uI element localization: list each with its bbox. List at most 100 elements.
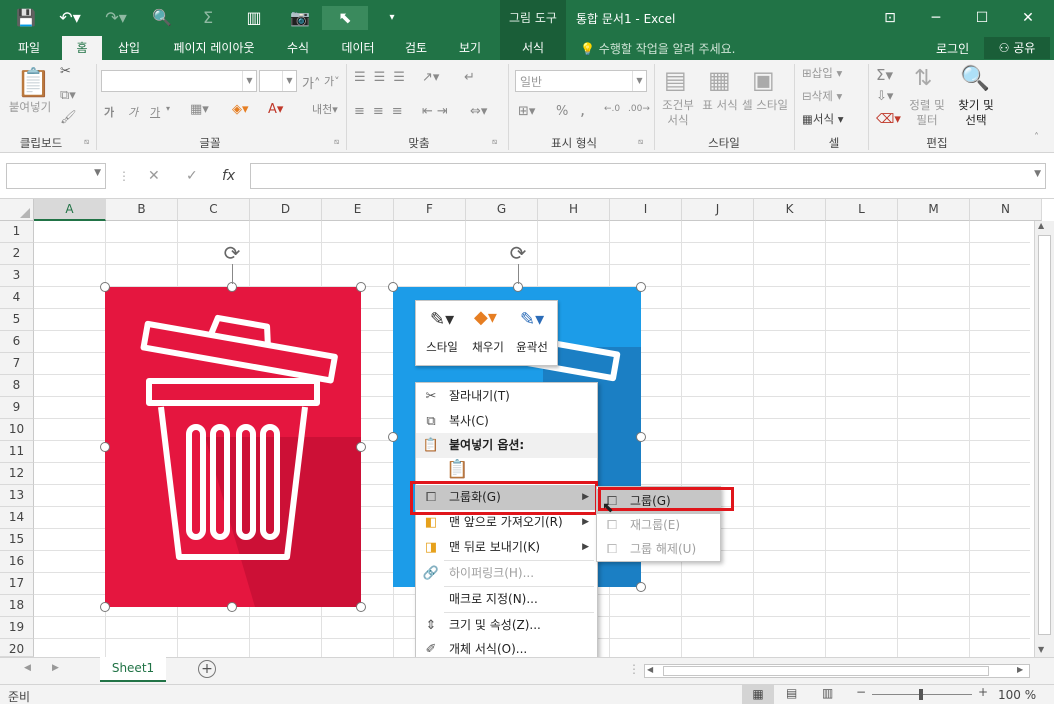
copy-icon[interactable]: ⧉▾ (60, 88, 76, 103)
column-header[interactable]: L (826, 199, 898, 221)
conditional-format-button[interactable]: 조건부 서식 (656, 98, 700, 128)
fill-color-icon[interactable]: ◈▾ (232, 102, 249, 117)
resize-handle[interactable] (227, 602, 237, 612)
column-header[interactable]: D (250, 199, 322, 221)
column-header[interactable]: K (754, 199, 826, 221)
column-header[interactable]: B (106, 199, 178, 221)
column-header[interactable]: M (898, 199, 970, 221)
cell-style-icon[interactable]: ▣ (752, 66, 775, 94)
page-break-view-icon[interactable]: ▥ (822, 686, 833, 700)
font-launcher-icon[interactable]: ⧅ (334, 137, 339, 147)
paste-button[interactable]: 붙여넣기 (4, 100, 56, 115)
alignment-launcher-icon[interactable]: ⧅ (492, 137, 497, 147)
menu-item-copy[interactable]: ⧉ 복사(C) (416, 409, 597, 434)
tab-home[interactable]: 홈 (62, 36, 102, 60)
row-header[interactable]: 16 (0, 551, 34, 573)
resize-handle[interactable] (100, 602, 110, 612)
number-launcher-icon[interactable]: ⧅ (638, 137, 643, 147)
scroll-up-icon[interactable]: ▲ (1038, 221, 1044, 230)
row-header[interactable]: 1 (0, 221, 34, 243)
camera-icon[interactable]: 📷 (288, 6, 312, 30)
red-trash-image[interactable] (105, 287, 361, 607)
conditional-format-icon[interactable]: ▤ (664, 66, 687, 94)
rotate-handle-icon[interactable]: ⟳ (220, 241, 244, 265)
decrease-decimal-icon[interactable]: .00→ (628, 104, 650, 114)
ribbon-display-icon[interactable]: ⊡ (875, 6, 905, 30)
column-icon[interactable]: ▥ (242, 6, 266, 30)
resize-handle[interactable] (636, 282, 646, 292)
resize-handle[interactable] (388, 282, 398, 292)
zoom-out-icon[interactable]: − (856, 685, 866, 699)
login-link[interactable]: 로그인 (936, 40, 969, 57)
resize-handle[interactable] (356, 282, 366, 292)
zoom-slider-thumb[interactable] (919, 689, 923, 700)
cell-style-button[interactable]: 셀 스타일 (742, 98, 788, 113)
format-painter-icon[interactable]: 🖌 (60, 110, 77, 125)
select-all-corner[interactable] (0, 199, 34, 221)
row-header[interactable]: 3 (0, 265, 34, 287)
column-header[interactable]: F (394, 199, 466, 221)
sort-filter-button[interactable]: 정렬 및 필터 (904, 98, 950, 128)
row-header[interactable]: 6 (0, 331, 34, 353)
table-format-icon[interactable]: ▦ (708, 66, 731, 94)
percent-button[interactable]: % (556, 104, 568, 119)
number-format-combo[interactable]: 일반 ▼ (515, 70, 647, 92)
add-sheet-icon[interactable]: + (198, 660, 216, 678)
tab-insert[interactable]: 삽입 (108, 36, 150, 60)
comma-button[interactable]: , (580, 100, 585, 119)
merge-center-icon[interactable]: ⇔▾ (470, 104, 487, 119)
menu-item-send-back[interactable]: ◨ 맨 뒤로 보내기(K) ▶ (416, 535, 597, 560)
underline-button[interactable]: 가 (150, 104, 160, 120)
row-header[interactable]: 7 (0, 353, 34, 375)
increase-decimal-icon[interactable]: ←.0 (604, 104, 620, 114)
submenu-item-regroup[interactable]: ⧠ 재그룹(E) (597, 513, 720, 538)
fill-button[interactable]: 채우기 (466, 339, 510, 355)
normal-view-icon[interactable]: ▦ (742, 684, 774, 704)
formula-input[interactable]: ▼ (250, 163, 1046, 189)
tab-review[interactable]: 검토 (394, 36, 438, 60)
chevron-down-icon[interactable]: ▾ (166, 104, 170, 113)
find-select-icon[interactable]: 🔍 (960, 64, 990, 92)
column-header[interactable]: C (178, 199, 250, 221)
resize-handle[interactable] (356, 602, 366, 612)
row-header[interactable]: 4 (0, 287, 34, 309)
resize-handle[interactable] (356, 442, 366, 452)
resize-handle[interactable] (636, 432, 646, 442)
row-header[interactable]: 18 (0, 595, 34, 617)
style-icon[interactable]: ✎▾ (430, 309, 454, 330)
italic-button[interactable]: 가 (128, 104, 138, 120)
close-icon[interactable]: ✕ (1013, 6, 1043, 30)
row-header[interactable]: 11 (0, 441, 34, 463)
collapse-ribbon-icon[interactable]: ˄ (1034, 132, 1039, 143)
vertical-scrollbar[interactable]: ▲ ▼ (1034, 221, 1054, 657)
clear-icon[interactable]: ⌫▾ (876, 112, 901, 127)
tab-file[interactable]: 파일 (6, 36, 52, 60)
next-sheet-icon[interactable]: ▶ (52, 663, 59, 673)
redo-icon[interactable]: ↷▾ (104, 6, 128, 30)
row-header[interactable]: 13 (0, 485, 34, 507)
indent-icons[interactable]: ⇤⇥ (422, 104, 452, 119)
outline-button[interactable]: 윤곽선 (510, 339, 554, 355)
minimize-icon[interactable]: ─ (921, 6, 951, 30)
scroll-thumb[interactable] (663, 666, 989, 676)
tab-view[interactable]: 보기 (448, 36, 492, 60)
undo-icon[interactable]: ↶▾ (58, 6, 82, 30)
row-header[interactable]: 19 (0, 617, 34, 639)
tab-data[interactable]: 데이터 (330, 36, 386, 60)
maximize-icon[interactable]: ☐ (967, 6, 997, 30)
find-select-button[interactable]: 찾기 및 선택 (952, 98, 1000, 128)
resize-handle[interactable] (636, 582, 646, 592)
tab-format[interactable]: 서식 (500, 36, 566, 60)
paste-option-icon[interactable]: 📋 (446, 459, 468, 480)
style-button[interactable]: 스타일 (420, 339, 464, 355)
column-header[interactable]: J (682, 199, 754, 221)
menu-item-hyperlink[interactable]: 🔗 하이퍼링크(H)... (416, 561, 597, 586)
print-preview-icon[interactable]: 🔍 (150, 6, 174, 30)
font-name-combo[interactable]: ▼ (101, 70, 257, 92)
sort-filter-icon[interactable]: ⇅ (914, 66, 932, 91)
outline-pen-icon[interactable]: ✎▾ (520, 309, 544, 330)
share-button[interactable]: ⚇ 공유 (984, 37, 1050, 59)
horizontal-align-icons[interactable]: ≡≡≡ (354, 104, 411, 119)
row-header[interactable]: 17 (0, 573, 34, 595)
column-header[interactable]: A (34, 199, 106, 221)
